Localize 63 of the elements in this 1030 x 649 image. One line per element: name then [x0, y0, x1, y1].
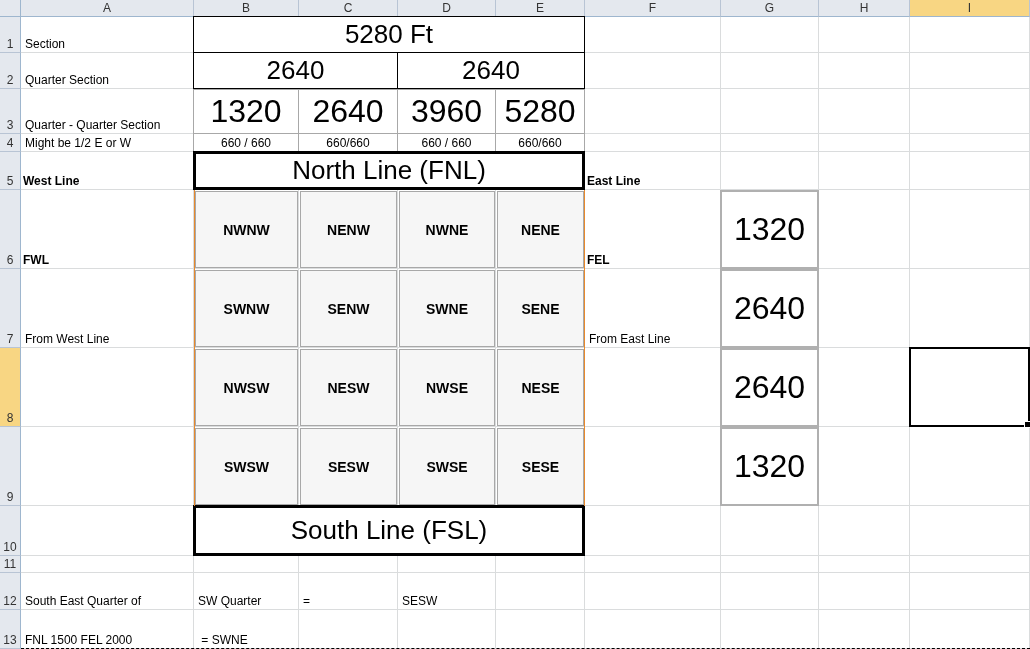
table-cell-text: Quarter - Quarter Section: [24, 117, 162, 134]
column-header[interactable]: A: [21, 0, 194, 17]
table-cell-text: South East Quarter of: [24, 593, 143, 610]
column-header[interactable]: F: [585, 0, 721, 17]
row-header[interactable]: 9: [0, 427, 21, 506]
table-cell: NESW: [300, 349, 397, 426]
table-cell: SESE: [497, 428, 584, 505]
table-cell-text: East Line: [586, 173, 642, 190]
table-cell-text: From East Line: [588, 331, 672, 348]
table-cell: SWSE: [399, 428, 495, 505]
row-header[interactable]: 8: [0, 348, 21, 427]
table-cell-text: Section: [24, 36, 67, 53]
table-cell: NWSE: [399, 349, 495, 426]
table-cell: SESW: [300, 428, 397, 505]
row-header[interactable]: 6: [0, 190, 21, 269]
row-header[interactable]: 3: [0, 89, 21, 134]
row-header[interactable]: 2: [0, 53, 21, 89]
table-cell: NWNW: [195, 191, 298, 268]
table-cell-text: Might be 1/2 E or W: [24, 135, 133, 152]
table-cell-text: West Line: [22, 173, 81, 190]
fill-handle[interactable]: [1024, 421, 1030, 428]
row-header[interactable]: 13: [0, 610, 21, 649]
table-cell: 1320: [720, 190, 819, 269]
table-cell-text: SW Quarter: [197, 593, 263, 610]
table-cell-text: = SWNE: [200, 632, 249, 649]
table-cell: 2640: [720, 348, 819, 427]
table-cell-text: =: [302, 593, 311, 610]
table-cell: NENW: [300, 191, 397, 268]
table-cell-text: SESW: [401, 593, 439, 610]
table-cell: NENE: [497, 191, 584, 268]
row-header[interactable]: 11: [0, 556, 21, 573]
table-cell: NESE: [497, 349, 584, 426]
column-header[interactable]: I: [910, 0, 1030, 17]
table-cell: NWSW: [195, 349, 298, 426]
column-header[interactable]: H: [819, 0, 910, 17]
row-header[interactable]: 1: [0, 17, 21, 53]
row-header[interactable]: 5: [0, 152, 21, 190]
table-cell: 1320: [720, 427, 819, 506]
table-cell: South Line (FSL): [193, 505, 585, 556]
table-cell: SENE: [497, 270, 584, 347]
table-cell: North Line (FNL): [193, 151, 585, 190]
table-cell: 2640: [397, 52, 585, 89]
row-header[interactable]: 7: [0, 269, 21, 348]
table-cell: SWNE: [399, 270, 495, 347]
row-header[interactable]: 4: [0, 134, 21, 152]
table-cell: SENW: [300, 270, 397, 347]
table-cell: 1320: [193, 89, 299, 134]
table-cell: 2640: [720, 269, 819, 348]
table-cell-text: FNL 1500 FEL 2000: [24, 632, 134, 649]
active-cell[interactable]: [909, 347, 1030, 427]
table-cell: 5280: [495, 89, 585, 134]
table-cell: 2640: [193, 52, 398, 89]
table-cell-text: From West Line: [24, 331, 111, 348]
table-cell-text: FWL: [22, 252, 50, 269]
table-cell-text: Quarter Section: [24, 72, 111, 89]
column-header[interactable]: G: [721, 0, 819, 17]
table-cell: SWNW: [195, 270, 298, 347]
row-header[interactable]: 10: [0, 506, 21, 556]
row-header[interactable]: 12: [0, 573, 21, 610]
table-cell: NWNE: [399, 191, 495, 268]
table-cell: SWSW: [195, 428, 298, 505]
table-cell: 5280 Ft: [193, 16, 585, 53]
table-cell-text: FEL: [586, 252, 611, 269]
